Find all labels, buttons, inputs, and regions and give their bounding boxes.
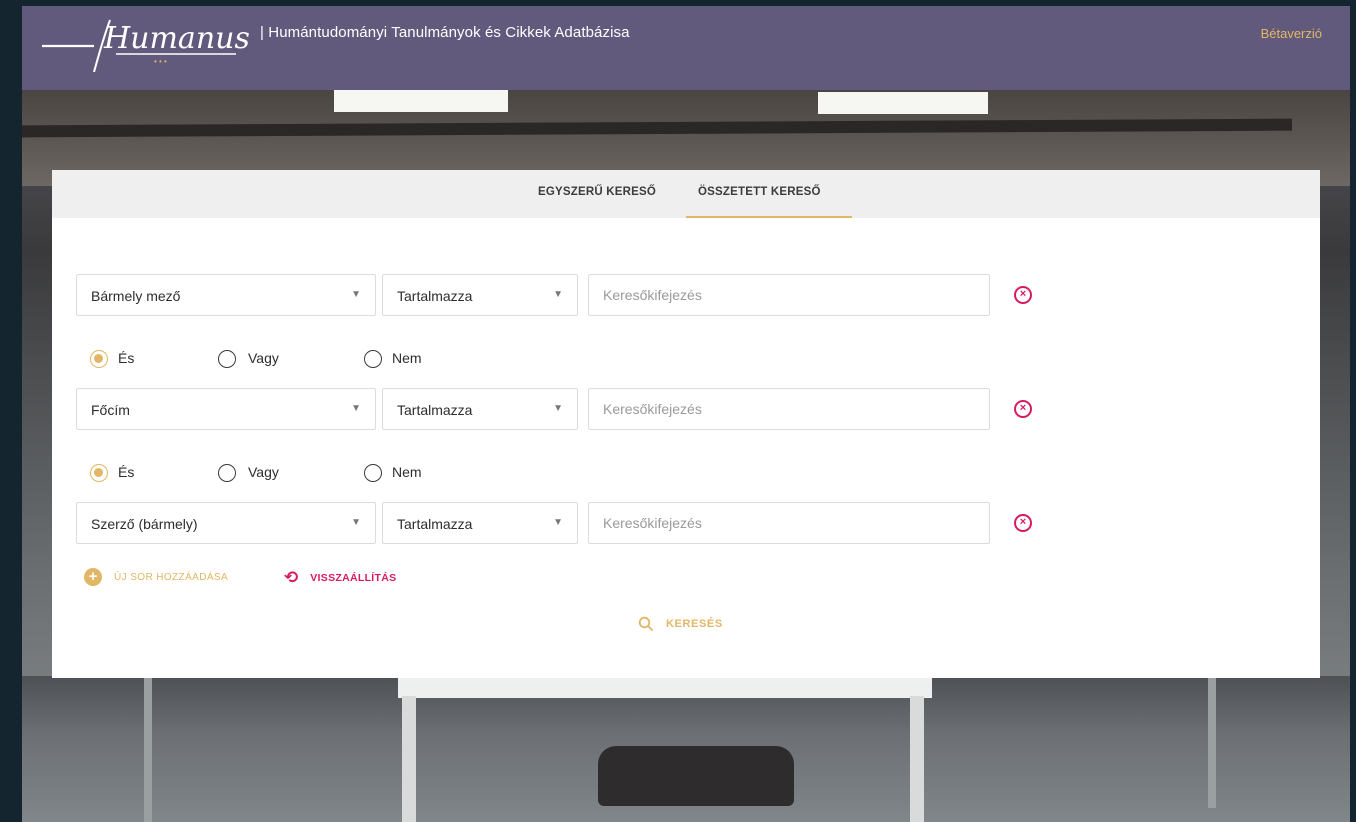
active-tab-indicator (686, 216, 852, 218)
table-leg (910, 696, 924, 822)
close-circle-icon[interactable]: × (1014, 514, 1032, 532)
search-term-input[interactable] (588, 502, 990, 544)
search-label: KERESÉS (666, 618, 723, 630)
operator-select[interactable]: Tartalmazza ▼ (382, 388, 578, 430)
radio-or-label: Vagy (248, 350, 279, 366)
logo-wordmark: Humanus (103, 21, 250, 56)
search-button[interactable]: KERESÉS (638, 616, 723, 632)
background-table (398, 678, 932, 698)
field-select-value: Bármely mező (91, 288, 181, 304)
ceiling-light (334, 90, 508, 112)
caret-down-icon: ▼ (351, 403, 361, 414)
search-term-input[interactable] (588, 274, 990, 316)
caret-down-icon: ▼ (351, 289, 361, 300)
search-term-input[interactable] (588, 388, 990, 430)
field-select[interactable]: Főcím ▼ (76, 388, 376, 430)
radio-not[interactable] (364, 350, 382, 368)
humanus-logo[interactable]: Humanus • • • (36, 12, 266, 72)
svg-text:• • •: • • • (154, 57, 167, 66)
advanced-search-card: EGYSZERŰ KERESŐ ÖSSZETETT KERESŐ Bármely… (52, 170, 1320, 678)
operator-select-value: Tartalmazza (397, 288, 473, 304)
background-chair (598, 746, 794, 806)
table-leg (402, 696, 416, 822)
reset-label: VISSZAÁLLÍTÁS (310, 572, 397, 584)
background-post (144, 678, 152, 822)
radio-and-label: És (118, 464, 135, 480)
caret-down-icon: ▼ (553, 517, 563, 528)
close-circle-icon[interactable]: × (1014, 400, 1032, 418)
field-select-value: Főcím (91, 402, 130, 418)
page-frame: Humanus • • • | Humántudományi Tanulmány… (22, 6, 1350, 822)
radio-and-label: És (118, 350, 135, 366)
background-post (1208, 678, 1216, 808)
tab-advanced-search[interactable]: ÖSSZETETT KERESŐ (698, 186, 821, 198)
search-tabs: EGYSZERŰ KERESŐ ÖSSZETETT KERESŐ (52, 170, 1320, 218)
radio-not-label: Nem (392, 350, 422, 366)
radio-not[interactable] (364, 464, 382, 482)
radio-or[interactable] (218, 350, 236, 368)
add-row-label: ÚJ SOR HOZZÁADÁSA (114, 571, 229, 583)
plus-circle-icon: + (84, 568, 102, 586)
field-select[interactable]: Szerző (bármely) ▼ (76, 502, 376, 544)
site-subtitle: | Humántudományi Tanulmányok és Cikkek A… (260, 24, 630, 41)
radio-not-label: Nem (392, 464, 422, 480)
radio-or-label: Vagy (248, 464, 279, 480)
operator-select-value: Tartalmazza (397, 516, 473, 532)
caret-down-icon: ▼ (553, 403, 563, 414)
add-row-button[interactable]: + ÚJ SOR HOZZÁADÁSA (84, 568, 228, 586)
search-icon (638, 616, 654, 632)
reset-button[interactable]: ⟲ VISSZAÁLLÍTÁS (284, 568, 396, 588)
reset-icon: ⟲ (284, 568, 299, 587)
caret-down-icon: ▼ (553, 289, 563, 300)
close-circle-icon[interactable]: × (1014, 286, 1032, 304)
operator-select[interactable]: Tartalmazza ▼ (382, 502, 578, 544)
radio-or[interactable] (218, 464, 236, 482)
operator-select-value: Tartalmazza (397, 402, 473, 418)
ceiling-light (818, 92, 988, 114)
operator-select[interactable]: Tartalmazza ▼ (382, 274, 578, 316)
beta-version-link[interactable]: Bétaverzió (1261, 26, 1322, 41)
tab-simple-search[interactable]: EGYSZERŰ KERESŐ (538, 186, 656, 198)
caret-down-icon: ▼ (351, 517, 361, 528)
field-select[interactable]: Bármely mező ▼ (76, 274, 376, 316)
radio-and[interactable] (90, 350, 108, 368)
radio-and[interactable] (90, 464, 108, 482)
field-select-value: Szerző (bármely) (91, 516, 198, 532)
top-header-bar: Humanus • • • | Humántudományi Tanulmány… (22, 6, 1350, 90)
